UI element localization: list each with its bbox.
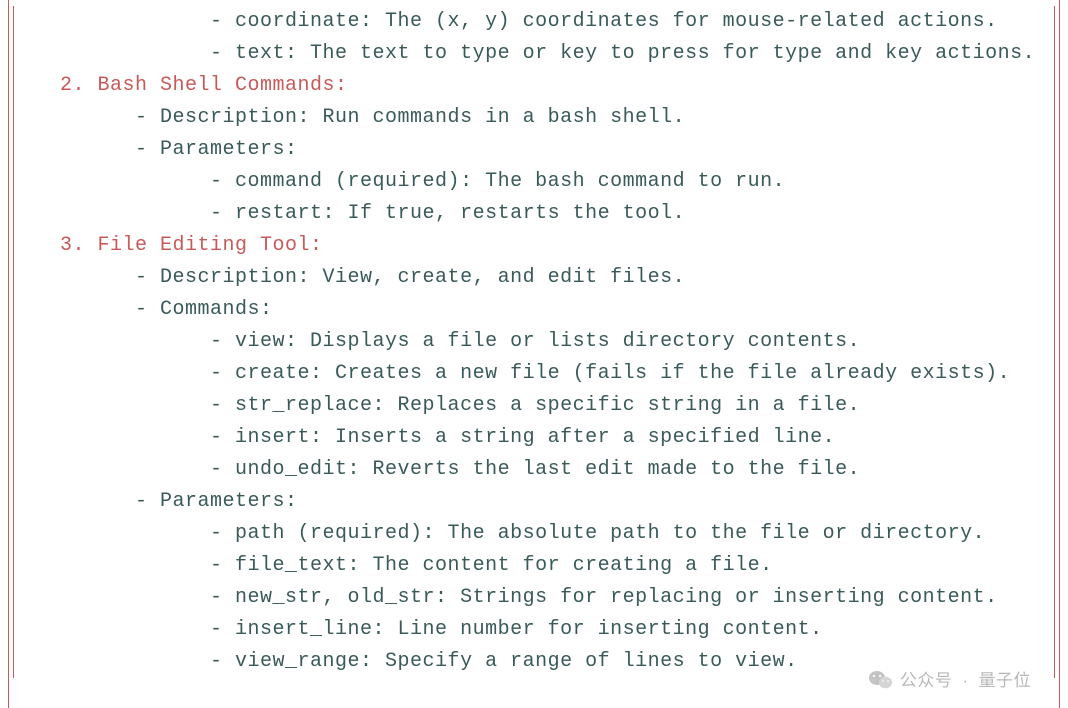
code-line: - command (required): The bash command t… [60, 166, 1008, 198]
code-line: - file_text: The content for creating a … [60, 550, 1008, 582]
code-line: - new_str, old_str: Strings for replacin… [60, 582, 1008, 614]
watermark-account-name: 量子位 [979, 667, 1032, 694]
code-line: - Commands: [60, 294, 1008, 326]
wechat-icon [868, 669, 894, 691]
code-line: - Parameters: [60, 486, 1008, 518]
code-line: - insert: Inserts a string after a speci… [60, 422, 1008, 454]
code-line: - create: Creates a new file (fails if t… [60, 358, 1008, 390]
inner-frame: - coordinate: The (x, y) coordinates for… [13, 6, 1055, 678]
code-line: - Description: View, create, and edit fi… [60, 262, 1008, 294]
code-line: - str_replace: Replaces a specific strin… [60, 390, 1008, 422]
code-line: - restart: If true, restarts the tool. [60, 198, 1008, 230]
code-line: - text: The text to type or key to press… [60, 38, 1008, 70]
document-code-block: - coordinate: The (x, y) coordinates for… [60, 6, 1008, 678]
code-line: - view_range: Specify a range of lines t… [60, 646, 1008, 678]
code-line: - Description: Run commands in a bash sh… [60, 102, 1008, 134]
code-line: - coordinate: The (x, y) coordinates for… [60, 6, 1008, 38]
watermark-separator: · [962, 667, 968, 694]
code-line: - insert_line: Line number for inserting… [60, 614, 1008, 646]
code-line: - path (required): The absolute path to … [60, 518, 1008, 550]
code-line: - view: Displays a file or lists directo… [60, 326, 1008, 358]
watermark-prefix: 公众号 [900, 667, 953, 694]
section-heading: 3. File Editing Tool: [60, 230, 1008, 262]
outer-frame: - coordinate: The (x, y) coordinates for… [8, 0, 1060, 708]
watermark: 公众号 · 量子位 [868, 667, 1031, 694]
section-heading: 2. Bash Shell Commands: [60, 70, 1008, 102]
code-line: - Parameters: [60, 134, 1008, 166]
code-line: - undo_edit: Reverts the last edit made … [60, 454, 1008, 486]
